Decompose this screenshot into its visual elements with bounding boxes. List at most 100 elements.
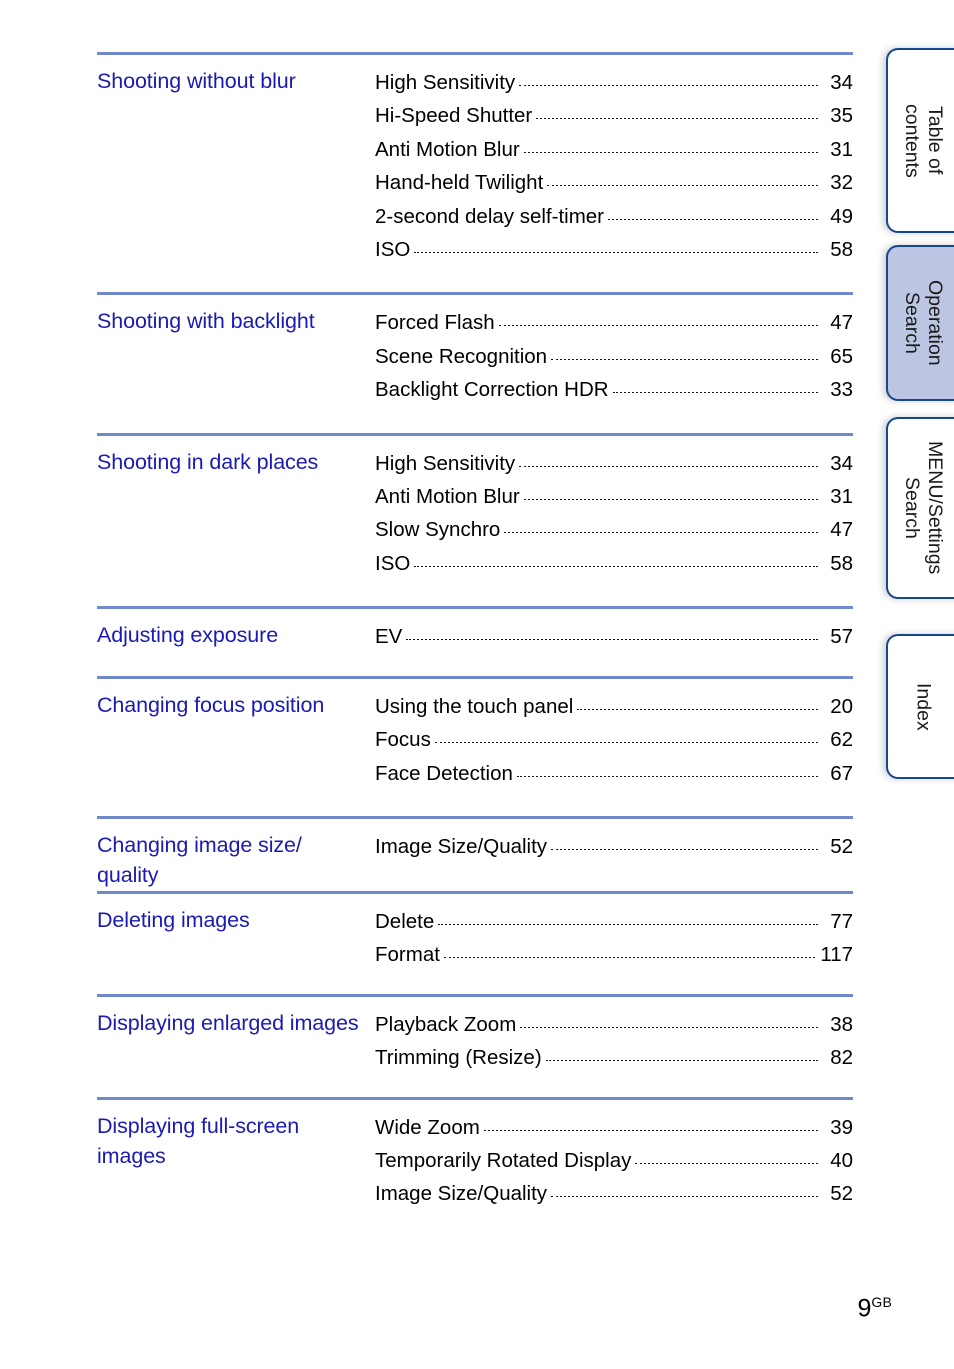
toc-section: Adjusting exposure EV 57 [97, 606, 853, 675]
toc-entry-page-number: 57 [830, 625, 853, 649]
side-tab-navigation: Table of contents Operation Search MENU/Se… [886, 0, 954, 1369]
toc-entry-leader [536, 118, 818, 120]
toc-entry-page-number: 65 [830, 344, 853, 368]
toc-entry-label: Scene Recognition [375, 344, 548, 368]
toc-entry-page-number: 40 [830, 1148, 853, 1172]
toc-entry[interactable]: Hand-held Twilight 32 [375, 166, 853, 199]
toc-entry[interactable]: Anti Motion Blur 31 [375, 480, 853, 513]
toc-entry-list: Wide Zoom 39 Temporarily Rotated Display 40… [375, 1100, 853, 1237]
toc-entry[interactable]: High Sensitivity 34 [375, 447, 853, 480]
toc-entry-page-number: 32 [830, 171, 853, 195]
toc-entry-label: Slow Synchro [375, 518, 501, 542]
toc-entry[interactable]: ISO 58 [375, 547, 853, 580]
toc-entry-list: Image Size/Quality 52 [375, 819, 853, 885]
toc-entry-page-number: 62 [830, 728, 853, 752]
toc-entry-label: Playback Zoom [375, 1012, 517, 1036]
toc-entry[interactable]: Image Size/Quality 52 [375, 1177, 853, 1210]
side-tab-label: Table of contents [901, 103, 946, 178]
toc-entry[interactable]: Playback Zoom 38 [375, 1008, 853, 1041]
toc-entry-label: Using the touch panel [375, 694, 574, 718]
toc-entry[interactable]: Temporarily Rotated Display 40 [375, 1144, 853, 1177]
toc-section-title: Deleting images [97, 907, 250, 932]
toc-entry-page-number: 34 [830, 451, 853, 475]
toc-entry[interactable]: Image Size/Quality 52 [375, 830, 853, 863]
toc-entry[interactable]: Slow Synchro 47 [375, 513, 853, 546]
toc-entry-label: High Sensitivity [375, 71, 516, 94]
toc-section: Displaying enlarged images Playback Zoom 3… [97, 993, 853, 1097]
toc-entry-label: High Sensitivity [375, 451, 516, 475]
toc-entry-list: High Sensitivity 34 Anti Motion Blur 31 Slow… [375, 436, 853, 607]
toc-entry-label: Forced Flash [375, 311, 495, 335]
toc-section: Deleting images Delete 77 Format 117 [97, 890, 853, 994]
side-tab-label: MENU/Settings Search [901, 441, 946, 575]
toc-entry[interactable]: Backlight Correction HDR 33 [375, 373, 853, 406]
toc-section-title: Displaying enlarged images [97, 1010, 359, 1035]
toc-entry[interactable]: 2-second delay self-timer 49 [375, 200, 853, 233]
toc-entry-label: Hand-held Twilight [375, 171, 544, 195]
toc-section-title: Displaying full-screen images [97, 1113, 300, 1169]
toc-entry-list: Using the touch panel 20 Focus 62 Face Detec… [375, 679, 853, 816]
toc-entry-list: Delete 77 Format 117 [375, 894, 853, 994]
toc-entry-leader [519, 465, 818, 467]
toc-entry[interactable]: ISO 58 [375, 233, 853, 266]
toc-entry-leader [443, 957, 816, 959]
toc-entry[interactable]: Using the touch panel 20 [375, 690, 853, 723]
toc-entry-leader [438, 923, 818, 925]
toc-entry[interactable]: EV 57 [375, 620, 853, 653]
toc-entry-page-number: 34 [830, 71, 853, 94]
toc-entry[interactable]: Anti Motion Blur 31 [375, 133, 853, 166]
side-tab-operation-search[interactable]: Operation Search [886, 245, 954, 401]
toc-entry-label: Face Detection [375, 761, 513, 785]
toc-entry-leader [520, 1026, 818, 1028]
toc-entry-label: Anti Motion Blur [375, 137, 520, 161]
toc-entry-page-number: 47 [830, 518, 853, 542]
side-tab-label: Index [912, 682, 935, 731]
toc-entry-leader [547, 185, 818, 187]
toc-entry-leader [612, 392, 818, 394]
toc-entry[interactable]: Delete 77 [375, 905, 853, 938]
toc-entry-page-number: 117 [820, 943, 853, 967]
toc-entry-page-number: 20 [830, 694, 853, 718]
table-of-contents: Shooting without blur High Sensitivity 34 H… [97, 52, 853, 1237]
toc-entry[interactable]: Forced Flash 47 [375, 306, 853, 339]
toc-entry-leader [498, 325, 818, 327]
toc-section-title: Changing image size/ quality [97, 832, 302, 888]
toc-entry[interactable]: Wide Zoom 39 [375, 1111, 853, 1144]
side-tab-label: Operation Search [901, 280, 946, 366]
toc-section-title: Adjusting exposure [97, 623, 279, 648]
toc-entry-leader [414, 252, 818, 254]
toc-entry[interactable]: Format 117 [375, 938, 853, 971]
toc-entry-page-number: 52 [830, 834, 853, 858]
toc-entry-leader [545, 1060, 818, 1062]
toc-entry[interactable]: High Sensitivity 34 [375, 66, 853, 99]
toc-entry-label: Image Size/Quality [375, 1182, 548, 1206]
toc-entry-page-number: 82 [830, 1046, 853, 1070]
toc-section-title: Shooting with backlight [97, 309, 315, 334]
toc-entry[interactable]: Focus 62 [375, 723, 853, 756]
toc-entry-leader [523, 499, 818, 501]
toc-entry[interactable]: Hi-Speed Shutter 35 [375, 99, 853, 132]
toc-entry-leader [608, 218, 818, 220]
toc-entry-label: EV [375, 625, 403, 649]
toc-section-title: Shooting in dark places [97, 449, 319, 474]
side-tab-index[interactable]: Index [886, 634, 954, 779]
side-tab-menu-settings-search[interactable]: MENU/Settings Search [886, 417, 954, 599]
toc-entry-label: Format [375, 943, 440, 967]
toc-entry[interactable]: Face Detection 67 [375, 757, 853, 790]
toc-entry-page-number: 39 [830, 1115, 853, 1139]
page-footer: 9GB [857, 1295, 892, 1321]
toc-entry-leader [504, 532, 818, 534]
toc-entry-label: Trimming (Resize) [375, 1046, 542, 1070]
toc-section: Shooting with backlight Forced Flash 47 Sce… [97, 292, 853, 432]
toc-entry-page-number: 58 [830, 238, 853, 262]
toc-entry[interactable]: Trimming (Resize) 82 [375, 1041, 853, 1074]
toc-entry-leader [406, 639, 818, 641]
toc-entry-page-number: 77 [830, 909, 853, 933]
toc-entry-page-number: 38 [830, 1012, 853, 1036]
toc-entry[interactable]: Scene Recognition 65 [375, 340, 853, 373]
toc-entry-label: ISO [375, 551, 411, 575]
side-tab-table-of-contents[interactable]: Table of contents [886, 48, 954, 233]
toc-entry-page-number: 33 [830, 378, 853, 402]
toc-entry-label: ISO [375, 238, 411, 262]
toc-section: Shooting in dark places High Sensitivity 3… [97, 432, 853, 607]
